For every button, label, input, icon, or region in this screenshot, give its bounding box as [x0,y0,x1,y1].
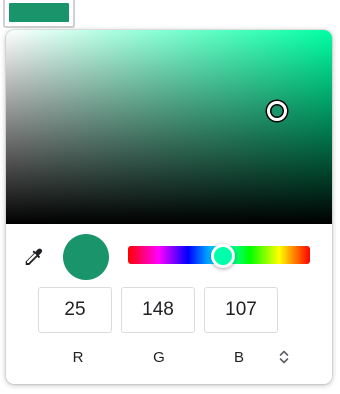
current-color-swatch [9,3,69,22]
hue-slider-handle[interactable] [211,244,236,268]
red-channel-label: R [72,349,84,366]
saturation-value-handle[interactable] [266,101,287,122]
green-channel-label: G [153,349,165,366]
red-channel-input[interactable] [38,287,112,333]
blue-channel-label: B [233,349,244,366]
green-channel-input[interactable] [121,287,195,333]
saturation-value-area[interactable] [6,30,332,224]
eyedropper-icon[interactable] [22,246,46,270]
up-down-chevron-icon[interactable] [276,347,292,367]
color-preview-circle [63,234,109,280]
value-gradient [6,30,332,224]
blue-channel-input[interactable] [204,287,278,333]
color-picker-popup: R G B [6,30,332,384]
color-swatch-button[interactable] [3,0,75,28]
